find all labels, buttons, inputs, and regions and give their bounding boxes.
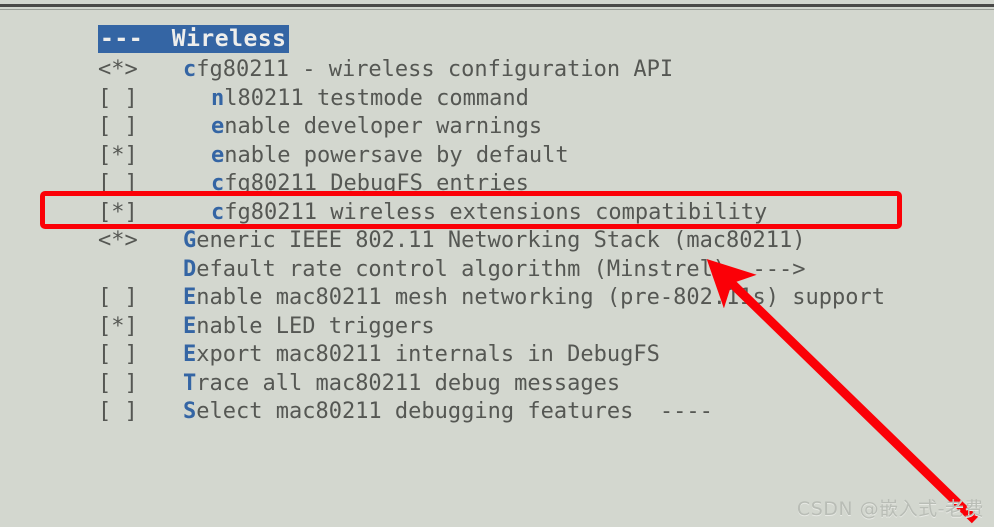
option-hotkey-char: c [211, 199, 225, 225]
option-label-text: xport mac80211 internals in DebugFS [196, 342, 660, 367]
option-hotkey-char: E [183, 342, 197, 367]
menu-option-row[interactable]: [ ] Export mac80211 internals in DebugFS [0, 341, 994, 370]
option-label[interactable]: Default rate control algorithm (Minstrel… [183, 256, 806, 285]
option-hotkey-char: e [211, 114, 225, 139]
option-state-marker[interactable]: [*] [98, 199, 168, 228]
option-label[interactable]: enable developer warnings [211, 113, 542, 142]
option-state-marker[interactable]: [ ] [98, 85, 168, 114]
option-label-text: nable mac80211 mesh networking (pre-802.… [196, 285, 885, 310]
option-state-marker[interactable]: [ ] [98, 370, 168, 399]
option-hotkey-char: n [211, 85, 225, 111]
option-hotkey-char: E [183, 285, 197, 310]
option-state-marker[interactable]: [ ] [98, 398, 168, 427]
menu-option-row[interactable]: [*] Enable LED triggers [0, 313, 994, 342]
option-label-text: nable developer warnings [224, 114, 543, 139]
option-label[interactable]: enable powersave by default [211, 142, 569, 171]
option-label-text: nable LED triggers [196, 313, 435, 339]
menu-option-row[interactable]: [ ] cfg80211 DebugFS entries [0, 170, 994, 199]
option-state-marker[interactable]: [*] [98, 313, 168, 342]
option-label-text: fg80211 wireless extensions compatibilit… [224, 199, 768, 225]
menu-options-list: <*> cfg80211 - wireless configuration API… [0, 56, 994, 427]
menu-header-wireless: --- Wireless [98, 25, 289, 53]
option-hotkey-char: D [183, 256, 197, 282]
option-label[interactable]: Export mac80211 internals in DebugFS [183, 341, 660, 370]
option-label[interactable]: Enable LED triggers [183, 313, 435, 342]
option-label-text: fg80211 - wireless configuration API [196, 57, 674, 82]
option-state-marker[interactable]: <*> [98, 56, 168, 85]
option-state-marker[interactable]: [*] [98, 142, 168, 171]
option-hotkey-char: G [183, 228, 197, 253]
option-label[interactable]: Generic IEEE 802.11 Networking Stack (ma… [183, 227, 806, 256]
option-label[interactable]: Trace all mac80211 debug messages [183, 370, 620, 399]
option-hotkey-char: E [183, 313, 197, 339]
option-label-text: race all mac80211 debug messages [196, 370, 621, 396]
option-state-marker[interactable]: [ ] [98, 284, 168, 313]
option-state-marker[interactable]: [ ] [98, 170, 168, 199]
option-label-text: elect mac80211 debugging features ---- [196, 399, 713, 424]
menu-option-row[interactable]: [ ] enable developer warnings [0, 113, 994, 142]
menu-option-row[interactable]: Default rate control algorithm (Minstrel… [0, 256, 994, 285]
menu-option-row[interactable]: [ ] Trace all mac80211 debug messages [0, 370, 994, 399]
option-hotkey-char: c [183, 57, 197, 82]
menu-option-row[interactable]: [*] enable powersave by default [0, 142, 994, 171]
menu-option-row[interactable]: <*> Generic IEEE 802.11 Networking Stack … [0, 227, 994, 256]
terminal-screen: --- Wireless <*> cfg80211 - wireless conf… [0, 0, 994, 527]
menu-option-row[interactable]: [ ] nl80211 testmode command [0, 85, 994, 114]
option-label[interactable]: cfg80211 wireless extensions compatibili… [211, 199, 767, 228]
option-hotkey-char: c [211, 171, 225, 196]
option-label-text: fg80211 DebugFS entries [224, 171, 529, 196]
menu-option-row[interactable]: [*] cfg80211 wireless extensions compatib… [0, 199, 994, 228]
top-border-rule [0, 4, 994, 7]
option-label-text: l80211 testmode command [224, 85, 529, 111]
option-label[interactable]: cfg80211 DebugFS entries [211, 170, 529, 199]
option-label[interactable]: Enable mac80211 mesh networking (pre-802… [183, 284, 885, 313]
option-state-marker[interactable]: <*> [98, 227, 168, 256]
option-hotkey-char: S [183, 399, 197, 424]
option-label[interactable]: cfg80211 - wireless configuration API [183, 56, 673, 85]
menu-option-row[interactable]: <*> cfg80211 - wireless configuration API [0, 56, 994, 85]
option-state-marker[interactable]: [ ] [98, 341, 168, 370]
option-hotkey-char: T [183, 370, 197, 396]
option-label-text: eneric IEEE 802.11 Networking Stack (mac… [196, 228, 806, 253]
option-hotkey-char: e [211, 142, 225, 168]
option-state-marker[interactable]: [ ] [98, 113, 168, 142]
option-label[interactable]: nl80211 testmode command [211, 85, 529, 114]
option-label-text: efault rate control algorithm (Minstrel)… [196, 256, 806, 282]
csdn-watermark: CSDN @嵌入式-老费 [796, 498, 984, 520]
menu-option-row[interactable]: [ ] Select mac80211 debugging features --… [0, 398, 994, 427]
option-label[interactable]: Select mac80211 debugging features ---- [183, 398, 713, 427]
option-label-text: nable powersave by default [224, 142, 569, 168]
top-border-rule-shadow [0, 9, 994, 10]
menu-option-row[interactable]: [ ] Enable mac80211 mesh networking (pre-… [0, 284, 994, 313]
